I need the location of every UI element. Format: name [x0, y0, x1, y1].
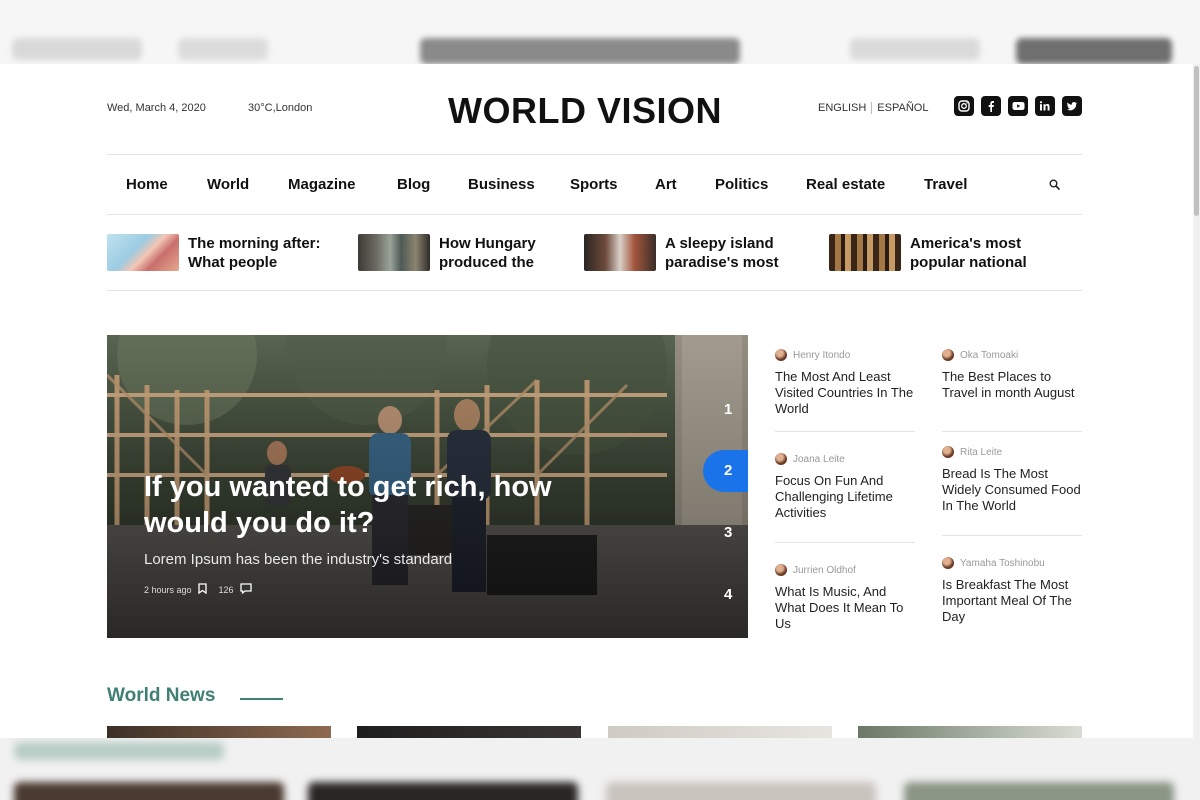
slide-indicator-1[interactable]: 1 — [724, 401, 732, 418]
article-title[interactable]: Focus On Fun And Challenging Lifetime Ac… — [775, 473, 915, 521]
hero-time: 2 hours ago — [144, 584, 192, 595]
nav-art[interactable]: Art — [655, 176, 677, 193]
trending-title: How Hungary produced the — [439, 235, 536, 271]
blurred-background-top — [0, 0, 1200, 64]
article-title[interactable]: The Best Places to Travel in month Augus… — [942, 369, 1082, 401]
world-news-card[interactable] — [357, 726, 581, 738]
blurred-background-bottom — [0, 738, 1200, 800]
instagram-icon[interactable] — [954, 96, 974, 116]
hero-title[interactable]: If you wanted to get rich, how would you… — [144, 469, 624, 541]
author-name: Jurrien Oldhof — [793, 564, 856, 576]
article-title[interactable]: Bread Is The Most Widely Consumed Food I… — [942, 466, 1082, 514]
nav-business[interactable]: Business — [468, 176, 535, 193]
bookmark-icon[interactable] — [197, 583, 207, 596]
site-logo[interactable]: WORLD VISION — [448, 90, 722, 132]
side-article[interactable]: Joana Leite Focus On Fun And Challenging… — [775, 453, 915, 521]
article-author: Yamaha Toshinobu — [942, 557, 1082, 569]
slide-indicator-3[interactable]: 3 — [724, 524, 732, 541]
nav-travel[interactable]: Travel — [924, 176, 967, 193]
author-avatar — [775, 349, 787, 361]
nav-sports[interactable]: Sports — [570, 176, 618, 193]
trending-title: America's most popular national — [910, 235, 1027, 271]
search-icon[interactable] — [1049, 177, 1060, 195]
author-name: Rita Leite — [960, 446, 1003, 458]
language-switcher: ENGLISH ESPAÑOL — [818, 102, 928, 114]
trending-item[interactable]: America's most popular national — [829, 234, 1059, 271]
lang-espanol[interactable]: ESPAÑOL — [877, 102, 928, 114]
trending-item[interactable]: The morning after: What people — [107, 234, 337, 271]
lang-english[interactable]: ENGLISH — [818, 102, 866, 114]
author-name: Henry Itondo — [793, 349, 851, 361]
side-article[interactable]: Henry Itondo The Most And Least Visited … — [775, 349, 915, 417]
side-article[interactable]: Yamaha Toshinobu Is Breakfast The Most I… — [942, 557, 1082, 625]
hero-comments-count: 126 — [218, 584, 234, 595]
side-article[interactable]: Oka Tomoaki The Best Places to Travel in… — [942, 349, 1082, 401]
article-title[interactable]: What Is Music, And What Does It Mean To … — [775, 584, 915, 632]
main-navigation: Home World Magazine Blog Business Sports… — [107, 154, 1082, 215]
trending-thumbnail — [584, 234, 656, 271]
article-divider — [775, 431, 915, 432]
article-author: Rita Leite — [942, 446, 1082, 458]
comment-icon[interactable] — [239, 583, 252, 596]
header-weather: 30°C,London — [248, 102, 313, 114]
nav-real-estate[interactable]: Real estate — [806, 176, 885, 193]
trending-item[interactable]: How Hungary produced the — [358, 234, 568, 271]
nav-politics[interactable]: Politics — [715, 176, 768, 193]
world-news-card[interactable] — [107, 726, 331, 738]
author-avatar — [942, 349, 954, 361]
author-avatar — [942, 446, 954, 458]
slide-indicator-label: 2 — [724, 462, 733, 479]
lang-divider — [871, 102, 873, 114]
article-title[interactable]: Is Breakfast The Most Important Meal Of … — [942, 577, 1082, 625]
article-author: Joana Leite — [775, 453, 915, 465]
trending-divider — [107, 290, 1082, 291]
side-article[interactable]: Rita Leite Bread Is The Most Widely Cons… — [942, 446, 1082, 514]
section-title-world-news: World News — [107, 685, 216, 706]
nav-home[interactable]: Home — [126, 176, 168, 193]
author-avatar — [942, 557, 954, 569]
social-links — [954, 96, 1082, 116]
youtube-icon[interactable] — [1008, 96, 1028, 116]
trending-item[interactable]: A sleepy island paradise's most — [584, 234, 814, 271]
article-divider — [942, 431, 1082, 432]
twitter-icon[interactable] — [1062, 96, 1082, 116]
trending-thumbnail — [107, 234, 179, 271]
page-scrollbar[interactable] — [1193, 64, 1200, 738]
article-author: Oka Tomoaki — [942, 349, 1082, 361]
facebook-icon[interactable] — [981, 96, 1001, 116]
side-articles-right: Oka Tomoaki The Best Places to Travel in… — [942, 349, 1082, 639]
hero-meta: 2 hours ago 126 — [144, 583, 252, 596]
nav-blog[interactable]: Blog — [397, 176, 430, 193]
trending-title: The morning after: What people — [188, 235, 321, 271]
trending-thumbnail — [358, 234, 430, 271]
article-author: Henry Itondo — [775, 349, 915, 361]
author-name: Joana Leite — [793, 453, 845, 465]
linkedin-icon[interactable] — [1035, 96, 1055, 116]
world-news-card[interactable] — [858, 726, 1082, 738]
side-article[interactable]: Jurrien Oldhof What Is Music, And What D… — [775, 564, 915, 632]
header-date: Wed, March 4, 2020 — [107, 102, 206, 114]
news-page: Wed, March 4, 2020 30°C,London WORLD VIS… — [0, 64, 1193, 738]
article-divider — [775, 542, 915, 543]
article-author: Jurrien Oldhof — [775, 564, 915, 576]
nav-magazine[interactable]: Magazine — [288, 176, 356, 193]
trending-thumbnail — [829, 234, 901, 271]
slide-indicator-2-active[interactable]: 2 — [703, 450, 748, 492]
article-divider — [942, 535, 1082, 536]
world-news-card[interactable] — [608, 726, 832, 738]
author-name: Oka Tomoaki — [960, 349, 1019, 361]
article-title[interactable]: The Most And Least Visited Countries In … — [775, 369, 915, 417]
author-avatar — [775, 453, 787, 465]
trending-title: A sleepy island paradise's most — [665, 235, 779, 271]
nav-world[interactable]: World — [207, 176, 249, 193]
author-name: Yamaha Toshinobu — [960, 557, 1045, 569]
section-title-underline — [240, 698, 283, 700]
author-avatar — [775, 564, 787, 576]
slide-indicator-4[interactable]: 4 — [724, 586, 732, 603]
side-articles-left: Henry Itondo The Most And Least Visited … — [775, 349, 915, 639]
hero-subtitle: Lorem Ipsum has been the industry's stan… — [144, 551, 453, 568]
hero-slider[interactable]: If you wanted to get rich, how would you… — [107, 335, 748, 638]
scrollbar-thumb[interactable] — [1194, 66, 1199, 216]
